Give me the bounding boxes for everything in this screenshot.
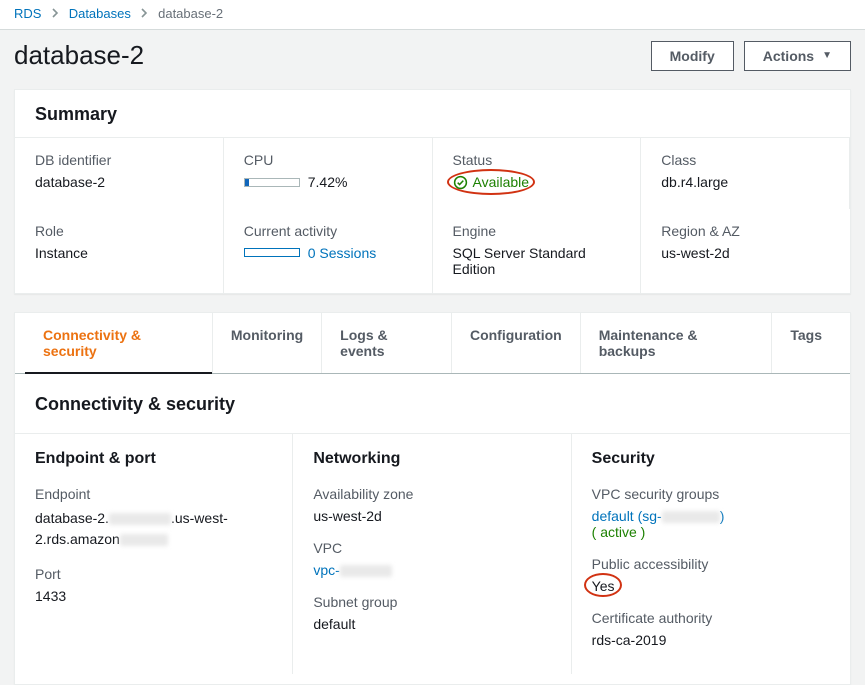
chevron-right-icon (140, 6, 148, 21)
summary-title: Summary (15, 90, 850, 137)
security-group-status: ( active ) (592, 524, 830, 540)
cpu-label: CPU (244, 152, 412, 168)
vpc-label: VPC (313, 540, 550, 556)
check-circle-icon (453, 175, 468, 190)
vpc-link[interactable]: vpc- (313, 562, 391, 578)
tab-connectivity-security[interactable]: Connectivity & security (25, 313, 213, 373)
tab-tags[interactable]: Tags (772, 313, 840, 373)
endpoint-value: database-2..us-west-2.rds.amazon (35, 508, 272, 550)
port-label: Port (35, 566, 272, 582)
sessions-link[interactable]: 0 Sessions (308, 245, 376, 261)
security-title: Security (592, 450, 830, 468)
subnet-group-label: Subnet group (313, 594, 550, 610)
vpc-link-text: vpc- (313, 562, 339, 578)
tab-maintenance-backups[interactable]: Maintenance & backups (581, 313, 773, 373)
status-value: Available (453, 174, 530, 190)
db-identifier-value: database-2 (35, 174, 203, 190)
networking-title: Networking (313, 450, 550, 468)
security-group-link[interactable]: default (sg-) (592, 508, 725, 524)
endpoint-port-column: Endpoint & port Endpoint database-2..us-… (15, 434, 293, 674)
connectivity-section-title: Connectivity & security (35, 394, 830, 415)
redacted-text (109, 513, 171, 525)
subnet-group-value: default (313, 616, 550, 632)
engine-value: SQL Server Standard Edition (453, 245, 621, 277)
endpoint-prefix: database-2. (35, 510, 109, 526)
availability-zone-label: Availability zone (313, 486, 550, 502)
region-az-value: us-west-2d (661, 245, 830, 261)
status-label: Status (453, 152, 621, 168)
role-value: Instance (35, 245, 203, 261)
db-identifier-label: DB identifier (35, 152, 203, 168)
tab-logs-events[interactable]: Logs & events (322, 313, 452, 373)
cpu-bar (244, 178, 300, 187)
redacted-text (662, 511, 720, 523)
modify-button-label: Modify (670, 48, 715, 64)
public-accessibility-text: Yes (592, 578, 615, 594)
breadcrumb-databases[interactable]: Databases (69, 6, 131, 21)
vpc-security-groups-label: VPC security groups (592, 486, 830, 502)
breadcrumb-current: database-2 (158, 6, 223, 21)
summary-panel: Summary DB identifier database-2 CPU 7.4… (14, 89, 851, 294)
certificate-authority-value: rds-ca-2019 (592, 632, 830, 648)
endpoint-label: Endpoint (35, 486, 272, 502)
public-accessibility-value: Yes (592, 578, 615, 594)
port-value: 1433 (35, 588, 272, 604)
sg-suffix: ) (720, 508, 725, 524)
actions-button-label: Actions (763, 48, 814, 64)
caret-down-icon: ▼ (822, 50, 832, 61)
redacted-text (120, 534, 168, 546)
cpu-value: 7.42% (308, 174, 348, 190)
tab-configuration[interactable]: Configuration (452, 313, 581, 373)
page-title: database-2 (14, 40, 144, 71)
actions-dropdown-button[interactable]: Actions ▼ (744, 41, 851, 71)
chevron-right-icon (51, 6, 59, 21)
networking-column: Networking Availability zone us-west-2d … (293, 434, 571, 674)
availability-zone-value: us-west-2d (313, 508, 550, 524)
security-column: Security VPC security groups default (sg… (572, 434, 850, 674)
sessions-bar (244, 248, 300, 257)
endpoint-port-title: Endpoint & port (35, 450, 272, 468)
engine-label: Engine (453, 223, 621, 239)
certificate-authority-label: Certificate authority (592, 610, 830, 626)
status-text: Available (473, 174, 530, 190)
redacted-text (340, 565, 392, 577)
role-label: Role (35, 223, 203, 239)
tab-bar: Connectivity & security Monitoring Logs … (15, 313, 850, 374)
detail-tabs-panel: Connectivity & security Monitoring Logs … (14, 312, 851, 685)
region-az-label: Region & AZ (661, 223, 830, 239)
breadcrumb-rds[interactable]: RDS (14, 6, 41, 21)
public-accessibility-label: Public accessibility (592, 556, 830, 572)
class-label: Class (661, 152, 829, 168)
class-value: db.r4.large (661, 174, 829, 190)
modify-button[interactable]: Modify (651, 41, 734, 71)
tab-monitoring[interactable]: Monitoring (213, 313, 322, 373)
breadcrumb: RDS Databases database-2 (0, 0, 865, 30)
activity-label: Current activity (244, 223, 412, 239)
sg-prefix: default (sg- (592, 508, 662, 524)
